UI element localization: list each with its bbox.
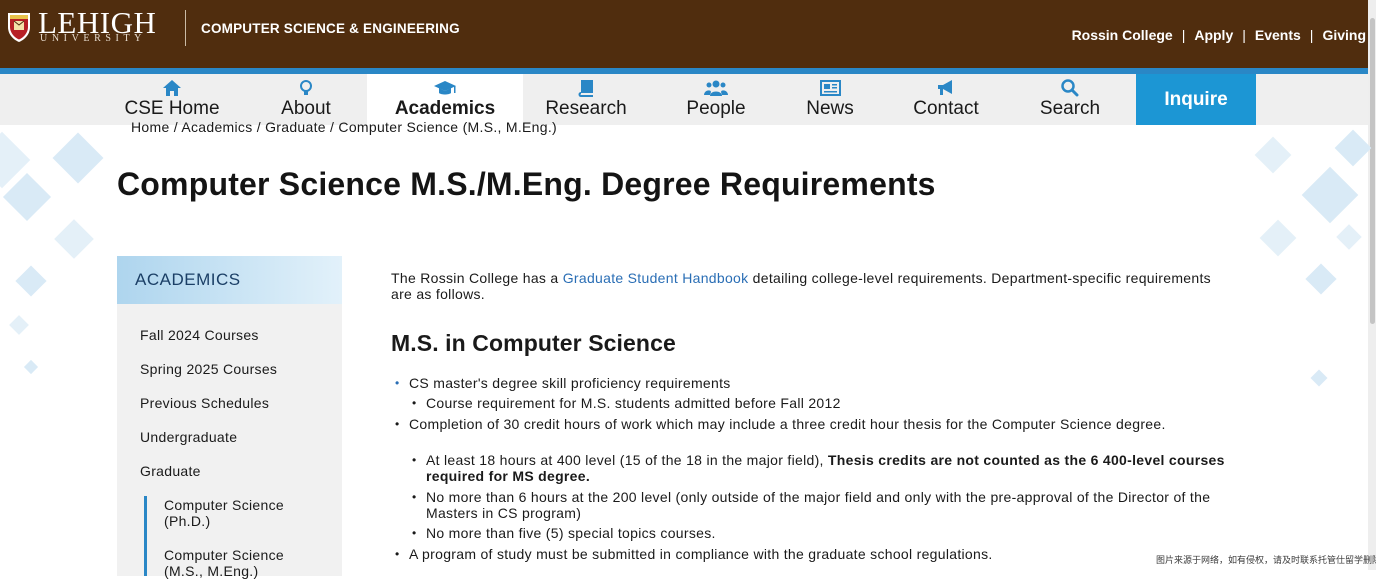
list-bullet: • [395, 547, 400, 561]
decor-diamond [1334, 129, 1372, 167]
sidebar-subitem-cs-phd[interactable]: Computer Science (Ph.D.) [164, 497, 324, 529]
list-item-400-level: At least 18 hours at 400 level (15 of th… [426, 452, 1231, 484]
list-bullet: • [412, 396, 417, 410]
nav-label: People [686, 98, 746, 119]
nav-label: Academics [394, 98, 496, 119]
logo-subtitle: UNIVERSITY [40, 33, 146, 44]
sidebar-subitem-cs-ms-meng[interactable]: Computer Science (M.S., M.Eng.) [164, 547, 324, 579]
decor-diamond [54, 219, 94, 259]
shield-icon [8, 13, 30, 42]
nav-item-search[interactable]: Search [1010, 74, 1130, 125]
utility-link-apply[interactable]: Apply [1194, 27, 1233, 43]
decor-diamond [2, 172, 52, 222]
nav-item-news[interactable]: News [770, 74, 890, 125]
nav-label: CSE Home [124, 98, 220, 119]
nav-item-cse-home[interactable]: CSE Home [112, 74, 232, 125]
nav-label: Contact [913, 98, 979, 119]
graduation-cap-icon [434, 81, 456, 95]
course-requirement-link[interactable]: Course requirement for M.S. students adm… [426, 395, 841, 411]
sidebar: ACADEMICS Fall 2024 Courses Spring 2025 … [117, 256, 342, 579]
users-icon [704, 80, 728, 96]
decor-diamond [23, 359, 39, 375]
list-bullet: • [395, 417, 400, 431]
utility-link-giving[interactable]: Giving [1322, 27, 1366, 43]
list-item-credit-hours: Completion of 30 credit hours of work wh… [409, 416, 1166, 432]
utility-separator: | [1181, 27, 1186, 43]
list-bullet: • [412, 526, 417, 540]
main-nav-labels: CSE Home About Academics Research People… [0, 74, 1368, 125]
sidebar-item-spring-2025-courses[interactable]: Spring 2025 Courses [140, 361, 277, 377]
nav-label: Search [1039, 98, 1101, 119]
list-item-200-level: No more than 6 hours at the 200 level (o… [426, 489, 1211, 521]
watermark-text: 图片来源于网络，如有侵权，请及时联系托管仕留学删除 [1156, 555, 1376, 565]
decor-diamond [15, 265, 47, 297]
sidebar-item-undergraduate[interactable]: Undergraduate [140, 429, 237, 445]
utility-separator: | [1309, 27, 1314, 43]
nav-label: News [806, 98, 854, 119]
sidebar-subnav-indicator [144, 496, 147, 576]
utility-separator: | [1242, 27, 1246, 43]
list-item-text: At least 18 hours at 400 level (15 of th… [426, 452, 828, 468]
lehigh-logo[interactable]: LEHIGH UNIVERSITY [6, 5, 176, 49]
sidebar-item-previous-schedules[interactable]: Previous Schedules [140, 395, 269, 411]
book-icon [578, 80, 593, 97]
nav-label: About [281, 98, 331, 119]
nav-item-contact[interactable]: Contact [886, 74, 1006, 125]
department-name[interactable]: COMPUTER SCIENCE & ENGINEERING [201, 21, 460, 36]
skill-proficiency-link[interactable]: CS master's degree skill proficiency req… [409, 375, 731, 391]
lightbulb-icon [300, 80, 312, 95]
nav-item-people[interactable]: People [656, 74, 776, 125]
nav-label: Research [545, 98, 627, 119]
utility-link-events[interactable]: Events [1255, 27, 1301, 43]
sidebar-heading: ACADEMICS [117, 256, 342, 304]
nav-item-academics[interactable]: Academics [367, 74, 523, 125]
intro-text: The Rossin College has a [391, 270, 563, 286]
scrollbar-thumb[interactable] [1370, 18, 1375, 324]
section-title: M.S. in Computer Science [391, 330, 676, 356]
nav-item-research[interactable]: Research [526, 74, 646, 125]
decor-diamond [1254, 136, 1292, 174]
inquire-button[interactable]: Inquire [1136, 74, 1256, 125]
list-bullet: • [412, 490, 417, 504]
decor-diamond [9, 315, 29, 335]
decor-diamond [1310, 369, 1328, 387]
nav-item-about[interactable]: About [246, 74, 366, 125]
decor-diamond [1336, 224, 1362, 250]
decor-diamond [1301, 166, 1359, 224]
utility-link-rossin-college[interactable]: Rossin College [1072, 27, 1173, 43]
decor-diamond [52, 132, 104, 184]
home-icon [163, 80, 181, 96]
newspaper-icon [820, 80, 841, 96]
logo-divider [185, 10, 186, 46]
list-item-program-of-study: A program of study must be submitted in … [409, 546, 993, 562]
list-bullet: • [395, 376, 400, 390]
intro-paragraph: The Rossin College has a Graduate Studen… [391, 270, 1231, 302]
graduate-handbook-link[interactable]: Graduate Student Handbook [563, 270, 749, 286]
list-item-special-topics: No more than five (5) special topics cou… [426, 525, 716, 541]
page-title: Computer Science M.S./M.Eng. Degree Requ… [117, 166, 936, 202]
bullhorn-icon [938, 80, 952, 95]
search-icon [1061, 79, 1079, 97]
sidebar-item-graduate[interactable]: Graduate [140, 463, 201, 479]
sidebar-item-fall-2024-courses[interactable]: Fall 2024 Courses [140, 327, 259, 343]
list-bullet: • [412, 453, 417, 467]
decor-diamond [1259, 219, 1297, 257]
utility-nav: Rossin College | Apply | Events | Giving [1072, 27, 1366, 43]
decor-diamond [1305, 263, 1337, 295]
